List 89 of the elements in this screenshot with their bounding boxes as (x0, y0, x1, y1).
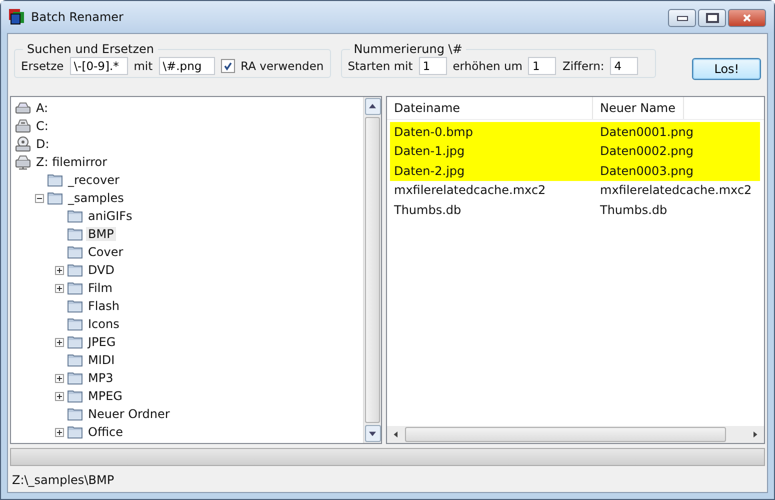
folder-icon (67, 424, 83, 440)
collapse-icon[interactable] (35, 194, 44, 202)
go-button[interactable]: Los! (692, 58, 761, 80)
expand-icon[interactable] (55, 338, 64, 346)
tree-item[interactable]: C: (34, 119, 50, 133)
folder-icon (67, 208, 83, 224)
table-cell-text: Thumbs.db (599, 202, 668, 217)
file-row[interactable]: Thumbs.db Thumbs.db (390, 200, 760, 220)
tree-item[interactable]: Z: filemirror (34, 155, 110, 169)
table-cell-text: Thumbs.db (393, 202, 462, 217)
cd-drive-icon (15, 136, 31, 152)
tree-item[interactable]: aniGIFs (86, 209, 134, 223)
table-cell-text: Daten0003.png (599, 164, 694, 178)
close-icon[interactable] (728, 9, 766, 27)
scrollbar-thumb[interactable] (365, 117, 380, 423)
tree-item[interactable]: MP3 (86, 371, 116, 385)
table-cell-text: Daten0001.png (599, 124, 694, 139)
expand-icon[interactable] (55, 428, 64, 436)
folder-icon (47, 172, 63, 188)
folder-icon (67, 226, 83, 242)
file-row[interactable]: mxfilerelatedcache.mxc2 mxfilerelatedcache.mxc2 (390, 180, 760, 200)
tree-item[interactable]: Cover (86, 245, 126, 259)
table-cell-text: Daten-2.jpg (393, 164, 466, 178)
start-label: Starten mit (348, 58, 413, 72)
tree-item[interactable]: JPEG (86, 335, 118, 349)
table-cell-text: Daten-1.jpg (393, 144, 466, 158)
folder-icon (67, 244, 83, 260)
folder-icon (67, 298, 83, 314)
tree-item[interactable]: MPEG (86, 389, 124, 403)
folder-icon (67, 280, 83, 296)
vertical-scrollbar[interactable] (363, 97, 381, 443)
folder-icon (47, 190, 63, 206)
folder-icon (67, 388, 83, 404)
expand-icon[interactable] (55, 392, 64, 400)
minimize-icon[interactable] (668, 9, 696, 27)
tree-item[interactable]: DVD (86, 263, 116, 277)
table-cell-text: Daten0002.png (599, 144, 694, 158)
folder-icon (67, 352, 83, 368)
tree-item[interactable]: BMP (86, 227, 116, 241)
table-cell-text: mxfilerelatedcache.mxc2 (599, 183, 753, 198)
tree-item[interactable]: _samples (66, 191, 126, 205)
scrollbar-thumb[interactable] (405, 427, 726, 442)
folder-icon (67, 406, 83, 422)
maximize-icon[interactable] (698, 9, 726, 27)
expand-icon[interactable] (55, 284, 64, 292)
table-cell-text: Daten-0.bmp (393, 124, 474, 139)
horizontal-scrollbar[interactable] (387, 426, 764, 443)
column-header[interactable]: Neuer Name (593, 97, 684, 119)
expand-icon[interactable] (55, 374, 64, 382)
with-field[interactable]: \#.png (158, 56, 215, 74)
replace-field[interactable]: \-[0-9].* (70, 56, 128, 74)
regex-label: RA verwenden (240, 58, 324, 72)
column-header[interactable]: Dateiname (387, 97, 593, 119)
folder-icon (67, 262, 83, 278)
group-title: Nummerierung \# (352, 42, 464, 56)
tree-item[interactable]: MIDI (86, 353, 117, 367)
highlighted-row[interactable]: Daten-2.jpg Daten0003.png (390, 161, 760, 180)
tree-item[interactable]: Flash (86, 299, 122, 313)
hard-drive-icon (15, 118, 31, 134)
start-field[interactable]: 1 (418, 56, 447, 74)
network-drive-icon (15, 154, 31, 170)
highlighted-row[interactable]: Daten-0.bmp Daten0001.png (390, 122, 760, 142)
scroll-down-icon[interactable] (364, 425, 380, 442)
digits-field[interactable]: 4 (610, 56, 638, 74)
expand-icon[interactable] (55, 266, 64, 274)
tree-item[interactable]: Neuer Ordner (86, 407, 172, 421)
table-cell-text: mxfilerelatedcache.mxc2 (393, 183, 547, 198)
window-title: Batch Renamer (31, 10, 124, 24)
folder-icon (67, 316, 83, 332)
tree-item[interactable]: Office (86, 425, 126, 439)
tree-item[interactable]: A: (34, 101, 50, 115)
folder-icon (67, 370, 83, 386)
status-path: Z:\_samples\BMP (12, 473, 114, 487)
folder-icon (67, 334, 83, 350)
tree-item[interactable]: Icons (86, 317, 122, 331)
floppy-drive-icon (15, 100, 31, 116)
step-field[interactable]: 1 (528, 56, 556, 74)
tree-item[interactable]: D: (34, 137, 52, 151)
replace-label: Ersetze (21, 58, 64, 72)
with-label: mit (134, 58, 153, 72)
checkbox[interactable] (220, 58, 235, 72)
digits-label: Ziffern: (562, 58, 604, 72)
step-label: erhöhen um (452, 58, 522, 72)
group-title: Suchen und Ersetzen (26, 42, 156, 56)
tree-item[interactable]: Film (86, 281, 114, 295)
scroll-up-icon[interactable] (364, 98, 380, 115)
app-icon (9, 9, 25, 25)
tree-item[interactable]: _recover (66, 173, 122, 187)
highlighted-row[interactable]: Daten-1.jpg Daten0002.png (390, 142, 760, 161)
